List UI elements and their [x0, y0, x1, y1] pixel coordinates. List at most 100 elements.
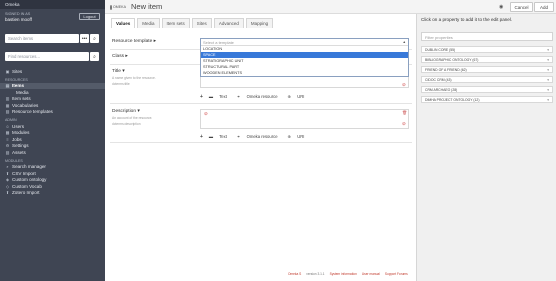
- sidebar-item-sites[interactable]: ▣ Sites: [0, 68, 105, 75]
- omeka-logo: OMEKA: [110, 3, 126, 11]
- add-uri-button[interactable]: ⊕ URI: [288, 94, 310, 99]
- globe-icon: ⊕: [287, 94, 292, 99]
- description-term: dcterms:description: [112, 122, 141, 126]
- find-resources-input[interactable]: Find resources...: [5, 52, 89, 61]
- tab-media[interactable]: Media: [137, 18, 160, 28]
- vocabulary-item[interactable]: CIDOC CRM (43) ▾: [421, 76, 553, 83]
- chevron-up-icon: ▲: [402, 40, 406, 44]
- template-search-input[interactable]: Select a template: [201, 39, 408, 46]
- add-button[interactable]: Add: [534, 2, 554, 12]
- caret-icon: ▾: [137, 109, 140, 114]
- ontology-icon: ◈: [5, 177, 10, 183]
- vocabulary-item[interactable]: DIMHA PROJECT ONTOLOGY (12) ▾: [421, 96, 553, 103]
- user-panel: SIGNED IN AS bastien mooff Logout: [0, 9, 105, 29]
- plus-icon: +: [200, 133, 203, 140]
- caret-icon: ▸: [153, 39, 157, 44]
- link-icon: ⚭: [236, 134, 241, 139]
- page-title: New item: [131, 2, 163, 11]
- search-button[interactable]: ⌕: [90, 34, 99, 43]
- text-icon: ▬: [208, 94, 214, 99]
- item-sets-icon: ▥: [5, 96, 10, 102]
- resource-template-select[interactable]: Select a template ▲ LOCATION SPACE STRAT…: [200, 38, 409, 77]
- template-option[interactable]: WOODEN ELEMENTS: [201, 70, 408, 76]
- modules-icon: ▩: [5, 130, 10, 136]
- title-label: Title ▾: [112, 69, 125, 74]
- class-label: Class ▸: [112, 54, 128, 59]
- caret-icon: ▾: [122, 69, 125, 74]
- app-name: Omeka: [0, 0, 105, 9]
- sidebar-item-resource-templates[interactable]: ▧ Resource templates: [0, 109, 105, 116]
- assets-icon: ▨: [5, 149, 10, 155]
- description-add-value: + ▬ Text ⚭ Omeka resource ⊕ URI: [200, 133, 314, 140]
- add-text-button[interactable]: ▬ Text: [209, 94, 232, 99]
- description-textarea[interactable]: [200, 109, 409, 129]
- vocabularies-icon: ▦: [5, 102, 10, 108]
- find-button[interactable]: ⌕: [90, 52, 99, 61]
- chevron-down-icon: ▾: [547, 77, 549, 82]
- add-omeka-resource-button[interactable]: ⚭ Omeka resource: [237, 94, 283, 99]
- title-add-value: + ▬ Text ⚭ Omeka resource ⊕ URI: [200, 93, 314, 100]
- tab-mapping[interactable]: Mapping: [245, 18, 274, 28]
- vocabulary-item[interactable]: BIBLIOGRAPHIC ONTOLOGY (67) ▾: [421, 56, 553, 63]
- link-icon: ⚭: [236, 94, 241, 99]
- search-icon: ⌕: [6, 164, 9, 170]
- title-description: A name given to the resource.: [112, 76, 156, 80]
- chevron-down-icon: ▾: [547, 87, 549, 92]
- user-manual-link[interactable]: User manual: [362, 272, 380, 276]
- import-icon: ⬆: [5, 170, 10, 176]
- remove-value-icon[interactable]: ⊘: [204, 111, 208, 117]
- more-icon: •••: [81, 35, 88, 42]
- templates-icon: ▧: [5, 109, 10, 115]
- description-description: An account of the resource.: [112, 116, 153, 120]
- property-selector: Click on a property to add it to the edi…: [416, 14, 556, 281]
- page-header: OMEKA New item ◉ Cancel Add: [105, 0, 556, 14]
- sidebar-item-assets[interactable]: ▨ Assets: [0, 149, 105, 156]
- jobs-icon: ≡: [6, 136, 9, 142]
- vocabulary-item[interactable]: FRIEND OF A FRIEND (62) ▾: [421, 66, 553, 73]
- plus-icon: +: [200, 93, 203, 100]
- section-tabs: Values Media Item sets Sites Advanced Ma…: [111, 18, 275, 28]
- import-icon: ⬆: [5, 190, 10, 196]
- sidebar-nav: ▣ Sites RESOURCES ▤ Items Media ▥ Item sets…: [0, 68, 105, 196]
- vocabulary-item[interactable]: DUBLIN CORE (55) ▾: [421, 46, 553, 53]
- sidebar-item-zotero-import[interactable]: ⬆ Zotero Import: [0, 190, 105, 197]
- filter-properties-input[interactable]: Filter properties: [421, 32, 553, 41]
- search-icon: ⌕: [93, 35, 96, 42]
- tab-item-sets[interactable]: Item sets: [161, 18, 190, 28]
- chevron-down-icon: ▾: [547, 47, 549, 52]
- text-icon: ▬: [208, 134, 214, 139]
- trash-icon[interactable]: 🗑: [402, 110, 407, 115]
- search-icon: ⌕: [93, 53, 96, 60]
- description-label: Description ▾: [112, 109, 140, 114]
- remove-value-icon[interactable]: ⊘: [402, 82, 406, 88]
- sites-icon: ▣: [5, 68, 10, 74]
- chevron-down-icon: ▾: [547, 57, 549, 62]
- chevron-down-icon: ▾: [547, 97, 549, 102]
- footer-version: version 3.1.1: [306, 272, 325, 276]
- cancel-button[interactable]: Cancel: [510, 2, 533, 12]
- tab-advanced[interactable]: Advanced: [213, 18, 244, 28]
- users-icon: ☺: [5, 123, 10, 129]
- caret-icon: ▸: [125, 54, 128, 59]
- vocabulary-item[interactable]: CRM ARCHAEO (28) ▾: [421, 86, 553, 93]
- search-input[interactable]: Search items: [5, 34, 79, 43]
- logout-button[interactable]: Logout: [79, 13, 100, 20]
- tab-values[interactable]: Values: [111, 18, 136, 28]
- remove-value-icon[interactable]: ⊘: [402, 121, 406, 127]
- add-uri-button[interactable]: ⊕ URI: [288, 134, 310, 139]
- title-term: dcterms:title: [112, 82, 130, 86]
- support-forums-link[interactable]: Support Forums: [385, 272, 408, 276]
- property-selector-heading: Click on a property to add it to the edi…: [421, 17, 513, 22]
- chevron-down-icon: ▾: [547, 67, 549, 72]
- add-text-button[interactable]: ▬ Text: [209, 134, 232, 139]
- add-omeka-resource-button[interactable]: ⚭ Omeka resource: [237, 134, 283, 139]
- items-icon: ▤: [5, 83, 10, 89]
- tab-sites[interactable]: Sites: [191, 18, 212, 28]
- eye-icon[interactable]: ◉: [499, 4, 503, 10]
- vocab-icon: ◇: [5, 183, 10, 189]
- search-options-button[interactable]: •••: [80, 34, 89, 43]
- system-information-link[interactable]: System information: [330, 272, 357, 276]
- footer: Omeka S version 3.1.1 System information…: [288, 272, 413, 276]
- footer-brand-link[interactable]: Omeka S: [288, 272, 301, 276]
- logo-icon: [110, 4, 112, 10]
